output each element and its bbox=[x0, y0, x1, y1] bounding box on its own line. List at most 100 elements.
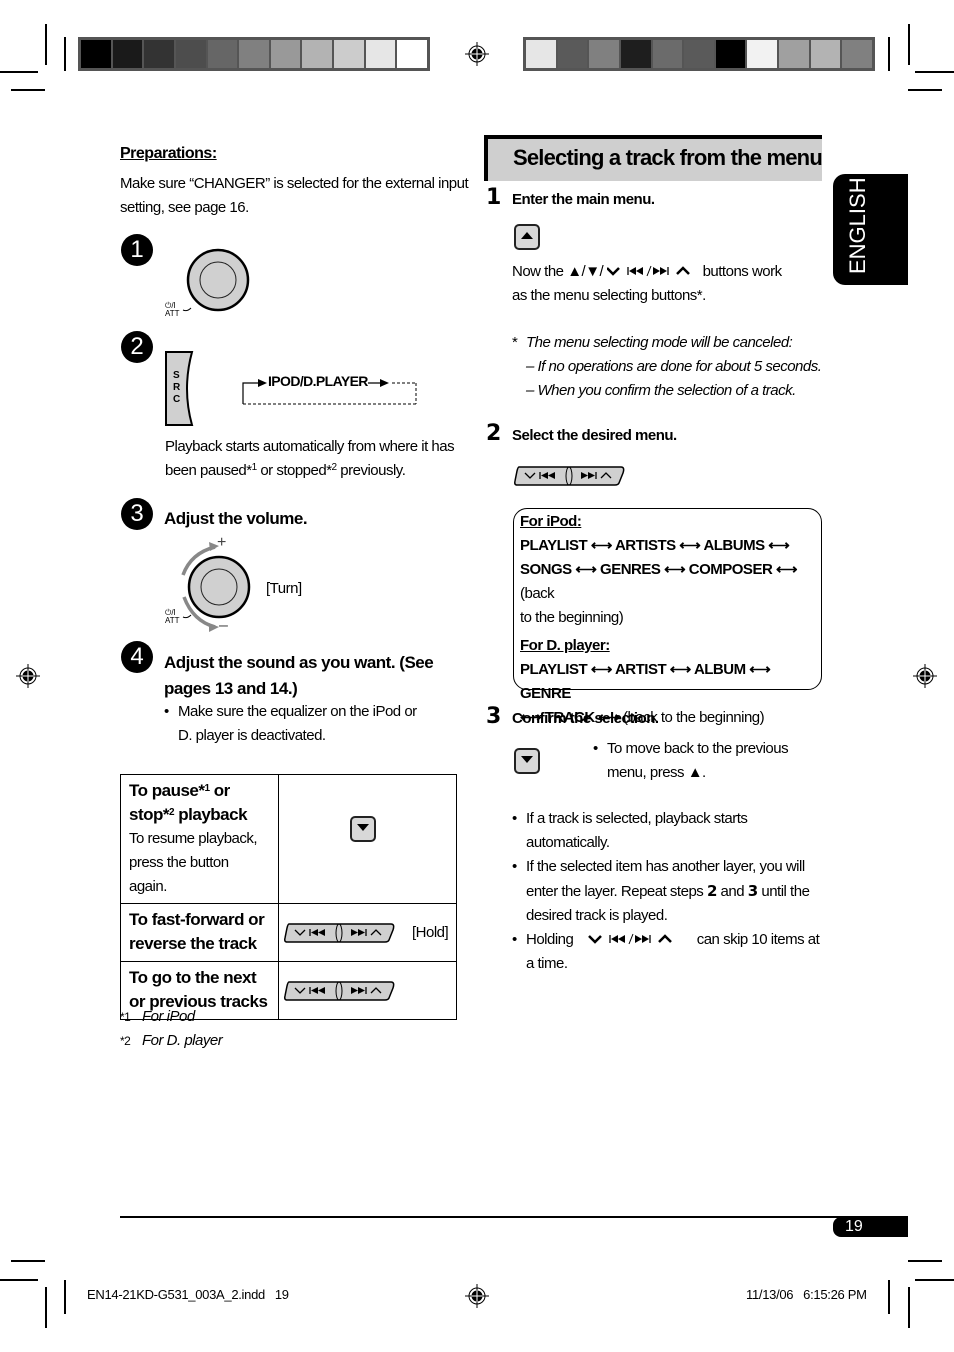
turn-label: [Turn] bbox=[266, 580, 302, 597]
down-triangle-icon bbox=[521, 756, 533, 763]
bullet-dot: • bbox=[593, 740, 598, 757]
step3-bullets: • If a track is selected, playback start… bbox=[512, 807, 822, 976]
row-title: stop*2 playback bbox=[129, 805, 248, 824]
step4-bullet-line: Make sure the equalizer on the iPod or bbox=[178, 703, 417, 720]
crop-mark bbox=[11, 1260, 45, 1262]
registration-mark-icon bbox=[465, 1284, 489, 1308]
step2-text-line: been paused*1 or stopped*2 previously. bbox=[165, 462, 406, 479]
menu-hierarchy: For iPod: PLAYLIST ⟷ ARTISTS ⟷ ALBUMS ⟷ … bbox=[520, 510, 818, 730]
gray-swatch bbox=[81, 40, 111, 68]
crop-mark bbox=[908, 1260, 942, 1262]
gray-swatch bbox=[715, 40, 746, 68]
table-cell-control bbox=[278, 961, 457, 1020]
gray-swatch bbox=[779, 40, 809, 68]
file-info: EN14-21KD-G531_003A_2.indd 19 bbox=[87, 1287, 289, 1302]
preparations-text-line: setting, see page 16. bbox=[120, 199, 249, 216]
bullet-line: If a track is selected, playback starts bbox=[526, 810, 748, 827]
step4-heading-line: pages 13 and 14.) bbox=[164, 679, 298, 698]
skip-rocker-button[interactable] bbox=[283, 980, 395, 1002]
step2-text-line: Playback starts automatically from where… bbox=[165, 438, 455, 455]
bullet-dot: • bbox=[164, 703, 169, 720]
row-title: To go to the next bbox=[129, 968, 257, 987]
gray-swatch bbox=[270, 40, 301, 68]
step4-bullet: • Make sure the equalizer on the iPod or… bbox=[164, 700, 417, 748]
skip-buttons-icon bbox=[588, 933, 672, 945]
preparations-heading: Preparations: bbox=[120, 145, 217, 162]
step-number: 1 bbox=[486, 185, 502, 210]
color-strip-right bbox=[523, 37, 875, 71]
crop-mark bbox=[0, 1279, 38, 1281]
step-number-badge: 3 bbox=[121, 498, 153, 530]
footnotes: *1 For iPod *2 For D. player bbox=[120, 1005, 223, 1053]
operations-table: To pause*1 or stop*2 playback To resume … bbox=[120, 774, 457, 1020]
crop-mark bbox=[915, 71, 954, 73]
down-button[interactable] bbox=[350, 816, 376, 842]
step1-description: Now the ▲/▼/ buttons work as the menu se… bbox=[512, 260, 782, 308]
ipod-heading: For iPod: bbox=[520, 513, 582, 530]
source-label: IPOD/D.PLAYER bbox=[268, 373, 368, 389]
note-line: – When you confirm the selection of a tr… bbox=[526, 382, 796, 399]
crop-mark bbox=[915, 1279, 954, 1281]
crop-mark bbox=[11, 89, 45, 91]
src-letter: R bbox=[173, 382, 181, 393]
bullet-line: automatically. bbox=[526, 834, 610, 851]
bullet-line: menu, press ▲. bbox=[607, 764, 706, 781]
row-title: reverse the track bbox=[129, 934, 257, 953]
att-label: ATT bbox=[165, 309, 180, 318]
src-letter: C bbox=[173, 394, 181, 405]
bullet-line: enter the layer. Repeat steps 2 and 3 un… bbox=[526, 882, 810, 900]
ipod-menu-line: SONGS ⟷ GENRES ⟷ COMPOSER ⟷ (back bbox=[520, 561, 797, 602]
bullet-line: If the selected item has another layer, … bbox=[526, 858, 805, 875]
step4-heading-line: Adjust the sound as you want. (See bbox=[164, 653, 434, 672]
step1-note: * The menu selecting mode will be cancel… bbox=[512, 331, 822, 403]
table-row: To pause*1 or stop*2 playback To resume … bbox=[120, 774, 457, 904]
bullet-item: • If the selected item has another layer… bbox=[512, 855, 822, 928]
section-title-bar: Selecting a track from the menu bbox=[484, 135, 823, 181]
dplayer-heading: For D. player: bbox=[520, 637, 610, 654]
step4-heading: Adjust the sound as you want. (See pages… bbox=[164, 650, 434, 702]
bullet-line: To move back to the previous bbox=[607, 740, 789, 757]
preparations-text: Make sure “CHANGER” is selected for the … bbox=[120, 172, 469, 220]
crop-mark bbox=[64, 1280, 66, 1314]
step3-heading: Confirm the selection. bbox=[512, 710, 659, 727]
print-timestamp: 11/13/06 6:15:26 PM bbox=[746, 1287, 867, 1302]
up-triangle-icon bbox=[521, 232, 533, 239]
registration-mark-icon bbox=[913, 664, 937, 688]
table-cell-label: To fast-forward or reverse the track bbox=[120, 903, 279, 962]
gray-swatch bbox=[684, 40, 714, 68]
volume-minus-label: – bbox=[219, 617, 228, 634]
row-title: To pause*1 or bbox=[129, 781, 230, 800]
crop-mark bbox=[888, 37, 890, 71]
skip-rocker-button[interactable] bbox=[283, 922, 395, 944]
crop-mark bbox=[908, 1287, 910, 1328]
ipod-menu-line: to the beginning) bbox=[520, 609, 624, 626]
step1-text-line: as the menu selecting buttons*. bbox=[512, 287, 706, 304]
down-button[interactable] bbox=[514, 748, 540, 774]
gray-swatch bbox=[365, 40, 396, 68]
up-button[interactable] bbox=[514, 224, 540, 250]
bullet-line: desired track is played. bbox=[526, 907, 668, 924]
skip-rocker-button[interactable] bbox=[513, 465, 625, 487]
att-label: ATT bbox=[165, 616, 180, 625]
gray-swatch bbox=[842, 40, 873, 68]
table-row: To fast-forward or reverse the track [Ho… bbox=[120, 903, 457, 962]
step1-text-line: Now the ▲/▼/ buttons work bbox=[512, 263, 782, 280]
gray-swatch bbox=[239, 40, 269, 68]
src-letters: S R C bbox=[173, 370, 180, 406]
note-line: – If no operations are done for about 5 … bbox=[526, 358, 822, 375]
table-cell-label: To pause*1 or stop*2 playback To resume … bbox=[120, 774, 279, 904]
registration-mark-icon bbox=[16, 664, 40, 688]
power-att-label: ⏻/I ATT bbox=[165, 609, 180, 625]
gray-swatch bbox=[557, 40, 588, 68]
crop-mark bbox=[908, 89, 942, 91]
crop-mark bbox=[64, 37, 66, 71]
gray-swatch bbox=[810, 40, 841, 68]
gray-swatch bbox=[397, 40, 428, 68]
preparations-text-line: Make sure “CHANGER” is selected for the … bbox=[120, 175, 469, 192]
bullet-item: • Holding can skip 10 items at a time. bbox=[512, 928, 822, 976]
gray-swatch bbox=[747, 40, 778, 68]
footer-rule bbox=[120, 1216, 908, 1218]
gray-swatch bbox=[334, 40, 364, 68]
registration-mark-icon bbox=[465, 42, 489, 66]
color-strip-left bbox=[78, 37, 430, 71]
